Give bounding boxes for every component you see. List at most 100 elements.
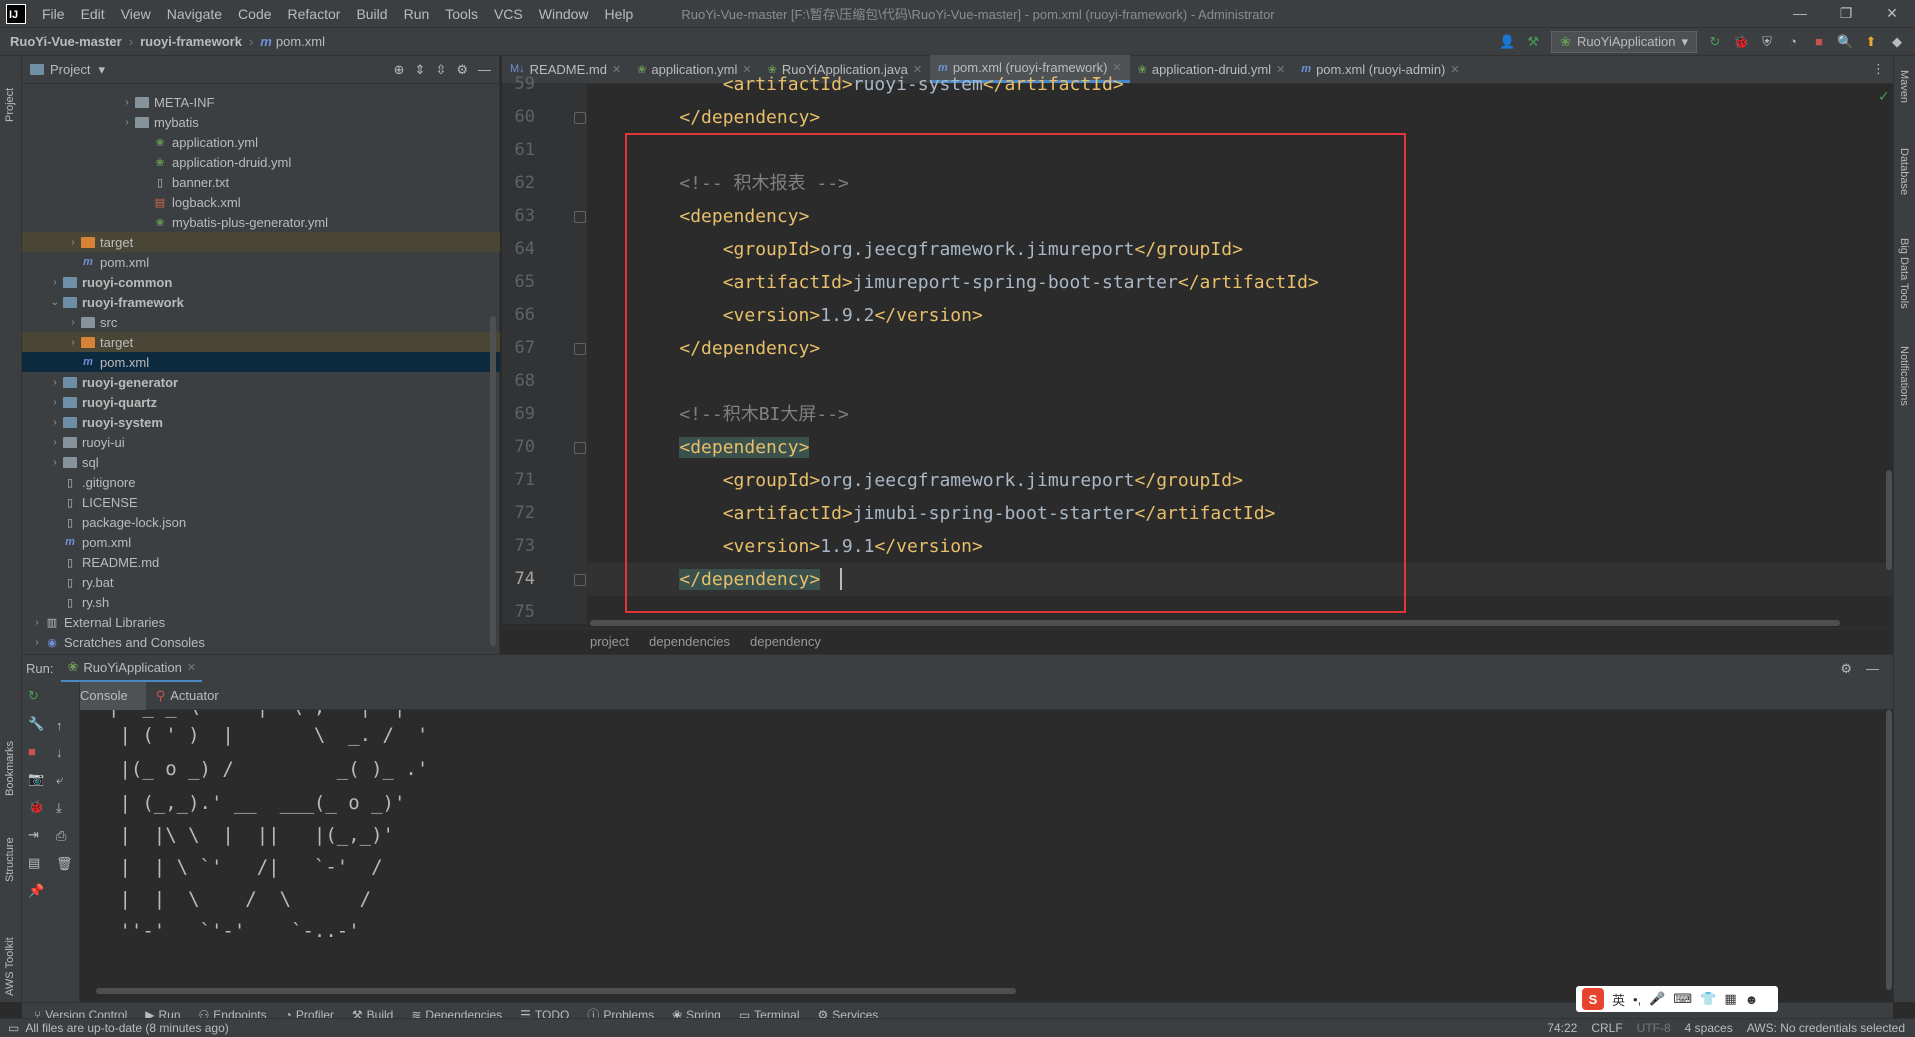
- user-icon[interactable]: 👤: [1499, 34, 1515, 50]
- breadcrumb-project[interactable]: project: [590, 634, 629, 649]
- console-vscrollbar[interactable]: [1886, 710, 1892, 990]
- chevron-right-icon[interactable]: ›: [48, 437, 62, 448]
- fold-marker-icon[interactable]: [574, 442, 586, 454]
- apps-icon[interactable]: ▦: [1724, 991, 1736, 1007]
- arrow-down-icon[interactable]: ↓: [56, 745, 73, 760]
- trash-icon[interactable]: 🗑: [56, 856, 73, 872]
- tree-item[interactable]: ⌄ ruoyi-framework: [22, 292, 500, 312]
- fold-marker-icon[interactable]: [574, 112, 586, 124]
- chevron-right-icon[interactable]: ›: [48, 417, 62, 428]
- update-icon[interactable]: ⬆: [1863, 34, 1879, 50]
- scroll-to-end-icon[interactable]: ⤓: [56, 800, 73, 816]
- menu-view[interactable]: View: [113, 6, 159, 22]
- database-tool-button[interactable]: Database: [1898, 148, 1910, 195]
- skin-icon[interactable]: 👕: [1700, 991, 1716, 1007]
- tree-item[interactable]: › sql: [22, 452, 500, 472]
- stop-icon[interactable]: ■: [1811, 34, 1827, 50]
- close-icon[interactable]: ✕: [187, 661, 196, 674]
- chevron-right-icon[interactable]: ›: [30, 617, 44, 628]
- pin-icon[interactable]: 📌: [28, 883, 44, 899]
- hide-icon[interactable]: —: [478, 62, 491, 78]
- hide-icon[interactable]: —: [1866, 661, 1879, 677]
- layout-icon[interactable]: ▤: [28, 855, 44, 871]
- tree-item[interactable]: ▯ package-lock.json: [22, 512, 500, 532]
- build-hammer-icon[interactable]: ⚒: [1525, 34, 1541, 50]
- editor-vscrollbar[interactable]: [1886, 470, 1892, 570]
- notifications-tool-button[interactable]: Notifications: [1898, 346, 1910, 406]
- project-tool-button[interactable]: Project: [4, 88, 16, 122]
- big-data-tools-button[interactable]: Big Data Tools: [1898, 238, 1910, 309]
- chevron-right-icon[interactable]: ›: [66, 337, 80, 348]
- rerun-icon[interactable]: ↻: [1707, 34, 1723, 50]
- mascot-icon[interactable]: ☻: [1745, 992, 1759, 1007]
- ime-language[interactable]: 英: [1612, 990, 1625, 1009]
- tree-item[interactable]: › ruoyi-ui: [22, 432, 500, 452]
- expand-all-icon[interactable]: ⇕: [415, 62, 426, 78]
- aws-toolkit-tool-button[interactable]: AWS Toolkit: [4, 937, 16, 996]
- tree-item[interactable]: ▯ banner.txt: [22, 172, 500, 192]
- locate-icon[interactable]: ⊕: [394, 62, 405, 78]
- fold-marker-icon[interactable]: [574, 343, 586, 355]
- tree-item[interactable]: ❀ application-druid.yml: [22, 152, 500, 172]
- structure-tool-button[interactable]: Structure: [4, 837, 16, 882]
- tree-item[interactable]: m pom.xml: [22, 532, 500, 552]
- aws-credentials[interactable]: AWS: No credentials selected: [1747, 1021, 1905, 1035]
- keyboard-icon[interactable]: ⌨: [1673, 991, 1692, 1007]
- nav-crumb-project[interactable]: RuoYi-Vue-master: [0, 34, 126, 49]
- more-tabs-icon[interactable]: ⋮: [1864, 55, 1893, 83]
- menu-build[interactable]: Build: [348, 6, 395, 22]
- menu-window[interactable]: Window: [531, 6, 597, 22]
- tree-item[interactable]: › src: [22, 312, 500, 332]
- stop-icon[interactable]: ■: [28, 744, 44, 759]
- tree-scrollbar[interactable]: [490, 316, 496, 646]
- bookmarks-tool-button[interactable]: Bookmarks: [4, 741, 16, 796]
- tree-item[interactable]: ❀ mybatis-plus-generator.yml: [22, 212, 500, 232]
- file-encoding[interactable]: UTF-8: [1637, 1021, 1671, 1035]
- menu-navigate[interactable]: Navigate: [159, 6, 230, 22]
- maven-tool-button[interactable]: Maven: [1898, 70, 1910, 103]
- tree-item[interactable]: › ruoyi-generator: [22, 372, 500, 392]
- profile-icon[interactable]: ◔: [1785, 34, 1801, 50]
- tree-item[interactable]: ▯ README.md: [22, 552, 500, 572]
- tree-item[interactable]: › ruoyi-quartz: [22, 392, 500, 412]
- gear-icon[interactable]: ⚙: [456, 62, 468, 78]
- minimize-icon[interactable]: —: [1777, 5, 1823, 22]
- plugin-icon[interactable]: ◆: [1889, 34, 1905, 50]
- punctuation-icon[interactable]: •,: [1633, 992, 1641, 1007]
- tree-item[interactable]: ❀ application.yml: [22, 132, 500, 152]
- gear-icon[interactable]: ⚙: [1840, 661, 1852, 677]
- chevron-down-icon[interactable]: ▾: [98, 62, 105, 78]
- print-icon[interactable]: ⎙: [56, 828, 73, 844]
- fold-marker-icon[interactable]: [574, 211, 586, 223]
- tree-item[interactable]: › target: [22, 232, 500, 252]
- restore-icon[interactable]: ❐: [1823, 5, 1869, 22]
- tree-item[interactable]: › ruoyi-common: [22, 272, 500, 292]
- ime-toolbar[interactable]: S 英 •, 🎤 ⌨ 👕 ▦ ☻: [1576, 986, 1778, 1012]
- nav-crumb-module[interactable]: ruoyi-framework: [136, 34, 246, 49]
- wrench-icon[interactable]: 🔧: [28, 716, 44, 732]
- chevron-right-icon[interactable]: ›: [120, 97, 134, 108]
- soft-wrap-icon[interactable]: ⤶: [56, 772, 73, 788]
- actuator-tab[interactable]: ⚲ Actuator: [146, 688, 229, 704]
- breadcrumb-dependencies[interactable]: dependencies: [649, 634, 730, 649]
- menu-edit[interactable]: Edit: [73, 6, 113, 22]
- rerun-icon[interactable]: ↻: [28, 688, 44, 704]
- exit-icon[interactable]: ⇥: [28, 827, 44, 843]
- chevron-right-icon[interactable]: ›: [66, 237, 80, 248]
- tree-item[interactable]: › ruoyi-system: [22, 412, 500, 432]
- indent-setting[interactable]: 4 spaces: [1685, 1021, 1733, 1035]
- tree-item[interactable]: ▯ ry.bat: [22, 572, 500, 592]
- search-icon[interactable]: 🔍: [1837, 34, 1853, 50]
- run-config-tab[interactable]: ❀ RuoYiApplication ✕: [61, 655, 203, 683]
- tree-item[interactable]: › target: [22, 332, 500, 352]
- close-icon[interactable]: ✕: [612, 63, 621, 76]
- chevron-down-icon[interactable]: ⌄: [48, 297, 62, 308]
- project-view-select[interactable]: Project: [50, 62, 90, 77]
- editor-hscrollbar[interactable]: [590, 620, 1840, 626]
- chevron-right-icon[interactable]: ›: [30, 637, 44, 648]
- close-icon[interactable]: ✕: [1450, 63, 1459, 76]
- debug-icon[interactable]: 🐞: [1733, 34, 1749, 50]
- microphone-icon[interactable]: 🎤: [1649, 991, 1665, 1007]
- menu-code[interactable]: Code: [230, 6, 279, 22]
- nav-crumb-file[interactable]: pom.xml: [276, 34, 325, 49]
